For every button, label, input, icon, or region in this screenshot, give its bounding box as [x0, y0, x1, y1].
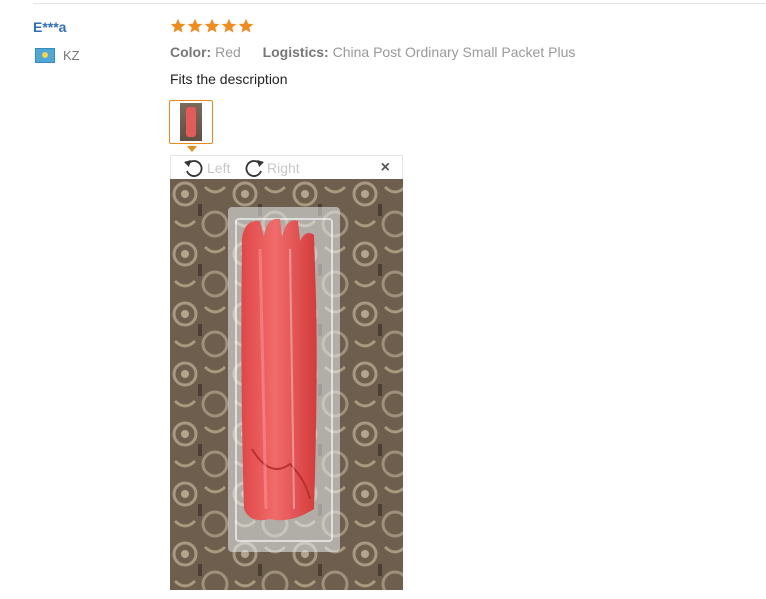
- star-icon: [187, 18, 203, 33]
- color-value: Red: [215, 44, 241, 60]
- star-icon: [204, 18, 220, 33]
- thumbnail-selected-indicator: [187, 146, 197, 152]
- image-viewer-toolbar: Left Right ×: [170, 155, 403, 179]
- star-icon: [221, 18, 237, 33]
- kazakhstan-flag-icon: [35, 48, 55, 63]
- feedback-text: Fits the description: [170, 71, 288, 87]
- country-code: KZ: [63, 48, 80, 63]
- logistics-label: Logistics:: [262, 44, 329, 60]
- rotate-left-button[interactable]: Left: [183, 158, 230, 178]
- rotate-right-icon: [245, 160, 264, 177]
- review-photo: [170, 179, 403, 590]
- logistics-value: China Post Ordinary Small Packet Plus: [332, 44, 576, 60]
- rotate-left-label: Left: [207, 160, 231, 176]
- close-icon[interactable]: ×: [381, 159, 390, 177]
- order-attributes: Color: Red Logistics: China Post Ordinar…: [170, 44, 575, 60]
- color-label: Color:: [170, 44, 212, 60]
- star-icon: [238, 18, 254, 33]
- reviewer-country: KZ: [35, 48, 80, 63]
- rotate-right-button[interactable]: Right: [243, 158, 300, 178]
- review-photo-image: [170, 179, 403, 590]
- top-divider: [33, 3, 766, 4]
- photo-thumbnail[interactable]: [169, 100, 213, 144]
- rotate-left-icon: [184, 160, 203, 177]
- star-icon: [170, 18, 186, 33]
- rating-stars: [170, 18, 254, 34]
- reviewer-name: E***a: [33, 19, 67, 35]
- thumbnail-image: [180, 103, 202, 141]
- rotate-right-label: Right: [267, 160, 300, 176]
